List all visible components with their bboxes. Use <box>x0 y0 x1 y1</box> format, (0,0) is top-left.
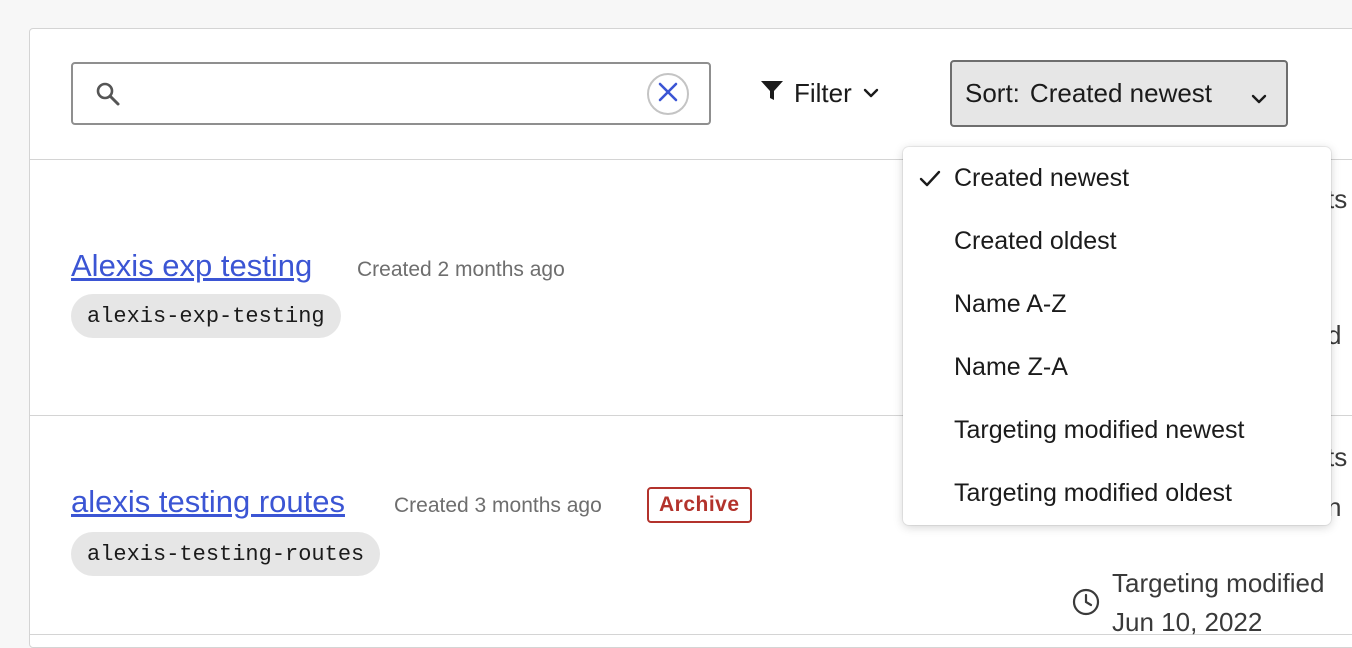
chevron-down-icon <box>862 78 880 109</box>
chevron-down-icon <box>1250 84 1268 115</box>
funnel-icon <box>760 78 784 109</box>
sort-option-name-z-a[interactable]: Name Z-A <box>903 336 1331 399</box>
sort-option-label: Name A-Z <box>954 290 1067 318</box>
search-box[interactable] <box>71 62 711 125</box>
sort-option-label: Name Z-A <box>954 353 1068 381</box>
checkmark-icon <box>918 167 942 198</box>
sort-prefix: Sort: <box>965 78 1020 108</box>
sort-option-label: Created newest <box>954 164 1130 192</box>
flag-key-pill: alexis-testing-routes <box>71 532 381 576</box>
sort-option-label: Targeting modified oldest <box>954 479 1232 507</box>
close-icon <box>657 81 679 108</box>
clear-search-button[interactable] <box>647 73 689 115</box>
sort-dropdown-menu: Created newest Created oldest Name A-Z N… <box>903 147 1331 525</box>
targeting-date: Jun 10, 2022 <box>1112 607 1263 637</box>
sort-option-targeting-newest[interactable]: Targeting modified newest <box>903 399 1331 462</box>
sort-option-label: Targeting modified newest <box>954 416 1245 444</box>
flag-name-link[interactable]: alexis testing routes <box>71 484 345 520</box>
created-time: Created 2 months ago <box>357 258 565 281</box>
targeting-label: Targeting modified <box>1112 568 1325 598</box>
clock-icon <box>1071 587 1101 617</box>
filter-button[interactable]: Filter <box>760 73 880 113</box>
archive-badge: Archive <box>647 487 752 523</box>
sort-option-created-newest[interactable]: Created newest <box>903 147 1331 210</box>
sort-option-created-oldest[interactable]: Created oldest <box>903 210 1331 273</box>
search-icon <box>95 81 121 107</box>
sort-option-label: Created oldest <box>954 227 1117 255</box>
sort-option-targeting-oldest[interactable]: Targeting modified oldest <box>903 462 1331 525</box>
filter-label: Filter <box>794 77 852 108</box>
sort-button[interactable]: Sort: Created newest <box>950 60 1288 127</box>
created-time: Created 3 months ago <box>394 494 602 517</box>
flag-name-link[interactable]: Alexis exp testing <box>71 248 312 284</box>
flag-key-pill: alexis-exp-testing <box>71 294 341 338</box>
sort-option-name-a-z[interactable]: Name A-Z <box>903 273 1331 336</box>
search-input[interactable] <box>133 74 637 116</box>
toolbar: Filter Sort: Created newest <box>30 29 1352 160</box>
sort-value: Created newest <box>1029 78 1213 108</box>
